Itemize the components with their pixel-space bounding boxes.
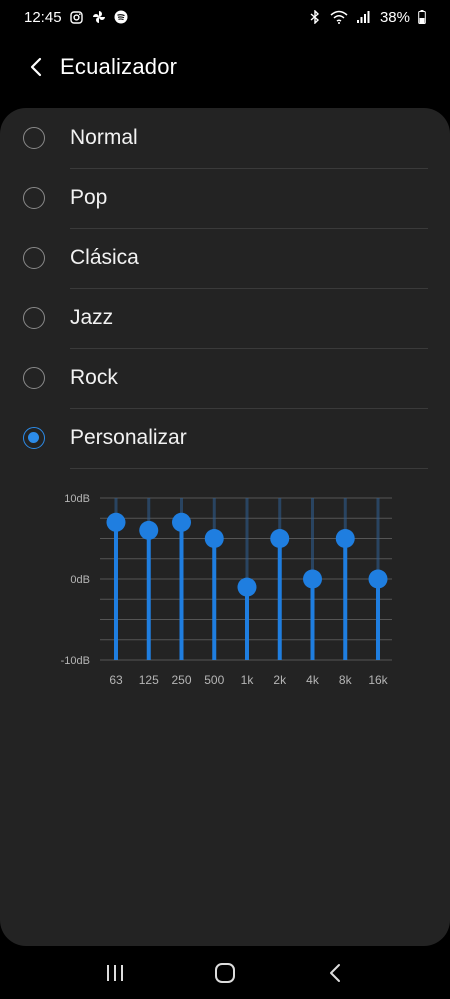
y-axis-label: 10dB	[64, 493, 90, 505]
recent-apps-button[interactable]	[93, 951, 137, 995]
band-label: 63	[109, 673, 123, 687]
option-label: Pop	[70, 186, 108, 209]
spotify-icon	[114, 10, 128, 24]
equalizer-svg: 10dB 0dB -10dB 63 125 250 500 1k 2k 4k 8k 16k	[61, 493, 392, 687]
option-label: Personalizar	[70, 426, 187, 449]
recent-apps-icon	[107, 964, 123, 981]
option-pop[interactable]: Pop	[0, 168, 450, 228]
band-label: 8k	[339, 673, 353, 687]
band-label: 4k	[306, 673, 320, 687]
divider	[70, 468, 428, 469]
option-normal[interactable]: Normal	[0, 108, 450, 168]
pinwheel-icon	[92, 10, 106, 24]
option-label: Clásica	[70, 246, 139, 269]
radio-rock[interactable]	[23, 367, 45, 389]
back-icon	[330, 963, 340, 982]
home-button[interactable]	[203, 951, 247, 995]
slider-handle-1k[interactable]	[237, 577, 257, 597]
app-header: Ecualizador	[0, 38, 450, 96]
option-jazz[interactable]: Jazz	[0, 288, 450, 348]
y-axis-label: -10dB	[61, 655, 90, 667]
navigation-bar	[0, 946, 450, 999]
radio-pop[interactable]	[23, 187, 45, 209]
band-label: 500	[204, 673, 224, 687]
slider-handle-63[interactable]	[106, 512, 126, 532]
slider-handle-125[interactable]	[139, 520, 159, 540]
radio-personalizar[interactable]	[23, 427, 45, 449]
instagram-icon	[70, 10, 84, 24]
status-time: 12:45	[24, 8, 62, 26]
option-clasica[interactable]: Clásica	[0, 228, 450, 288]
page-title: Ecualizador	[60, 54, 178, 79]
radio-clasica[interactable]	[23, 247, 45, 269]
back-button[interactable]	[14, 45, 58, 89]
battery-icon	[418, 10, 426, 24]
equalizer-card: Normal Pop Clásica Jazz Rock Personaliza…	[0, 108, 450, 946]
band-label: 16k	[368, 673, 388, 687]
band-label: 2k	[273, 673, 287, 687]
status-right: 38%	[308, 9, 426, 26]
bluetooth-icon	[308, 10, 322, 24]
slider-handle-8k[interactable]	[335, 529, 355, 548]
option-label: Jazz	[70, 306, 114, 329]
battery-percent: 38%	[379, 8, 410, 26]
slider-handle-4k[interactable]	[303, 569, 322, 589]
y-axis-label: 0dB	[70, 574, 90, 586]
status-left: 12:45	[24, 9, 128, 26]
slider-handle-16k[interactable]	[368, 569, 388, 589]
home-icon	[215, 962, 235, 983]
band-label: 125	[139, 673, 159, 687]
back-nav-button[interactable]	[313, 951, 357, 995]
band-label: 250	[171, 673, 191, 687]
option-rock[interactable]: Rock	[0, 348, 450, 408]
slider-handle-500[interactable]	[204, 529, 224, 548]
option-label: Normal	[70, 126, 138, 149]
option-personalizar[interactable]: Personalizar	[0, 408, 450, 468]
slider-handle-2k[interactable]	[270, 529, 290, 548]
wifi-icon	[330, 10, 348, 24]
radio-jazz[interactable]	[23, 307, 45, 329]
slider-handle-250[interactable]	[172, 512, 191, 532]
option-label: Rock	[70, 366, 118, 389]
signal-icon	[356, 10, 370, 24]
status-bar: 12:45 38%	[0, 0, 450, 34]
chevron-left-icon	[30, 57, 42, 77]
equalizer-graph: 10dB 0dB -10dB 63 125 250 500 1k 2k 4k 8k 16k	[0, 480, 450, 700]
radio-normal[interactable]	[23, 127, 45, 149]
band-label: 1k	[241, 673, 255, 687]
